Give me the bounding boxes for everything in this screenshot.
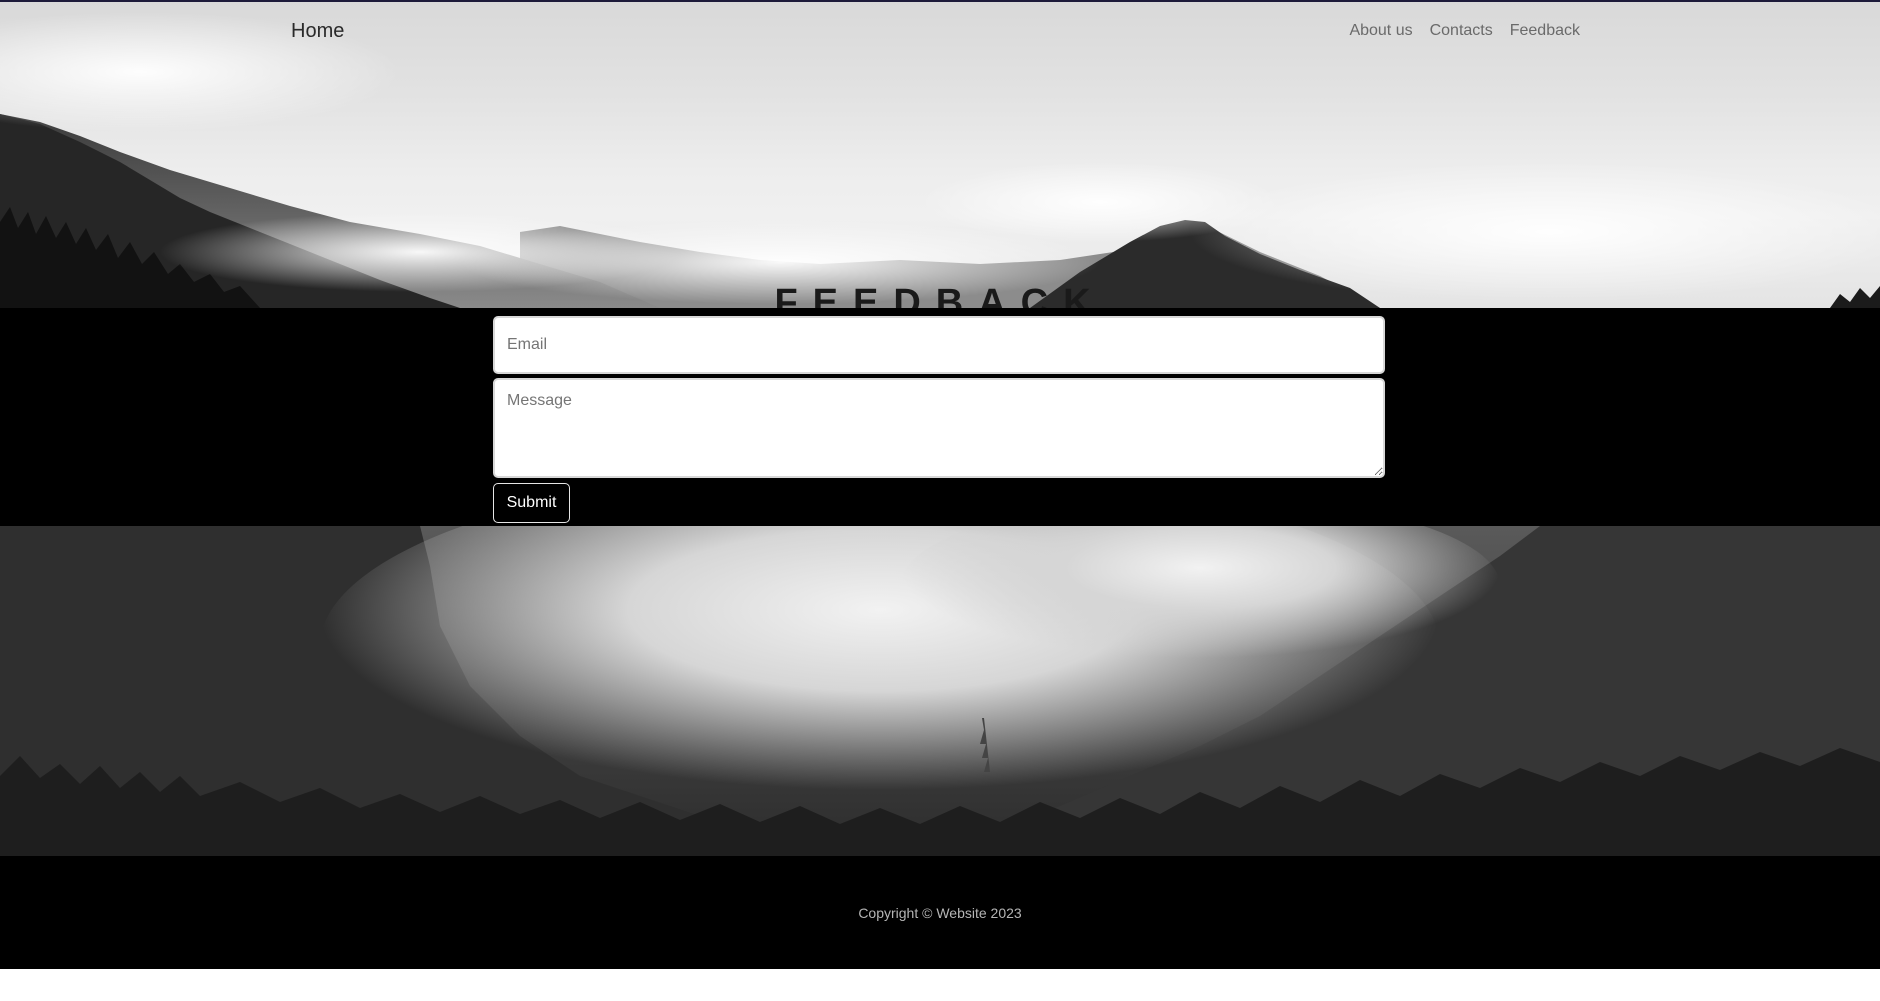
message-field[interactable] [493,378,1385,478]
submit-button[interactable]: Submit [493,483,570,523]
footer: Copyright © Website 2023 [0,856,1880,969]
email-field[interactable] [493,316,1385,374]
feedback-form-section: Submit [0,308,1880,526]
home-link[interactable]: Home [291,20,344,43]
forest-image [0,526,1880,856]
page-title: FEEDBACK [774,282,1106,308]
nav-about-link[interactable]: About us [1349,22,1412,40]
copyright-text: Copyright © Website 2023 [858,905,1022,921]
nav-links: About us Contacts Feedback [1349,22,1580,40]
hero-section: Home About us Contacts Feedback FEEDBACK [0,2,1880,308]
nav-contacts-link[interactable]: Contacts [1430,22,1493,40]
nav-feedback-link[interactable]: Feedback [1510,22,1580,40]
top-navigation: Home About us Contacts Feedback [0,2,1880,60]
foggy-forest-background [0,526,1880,856]
